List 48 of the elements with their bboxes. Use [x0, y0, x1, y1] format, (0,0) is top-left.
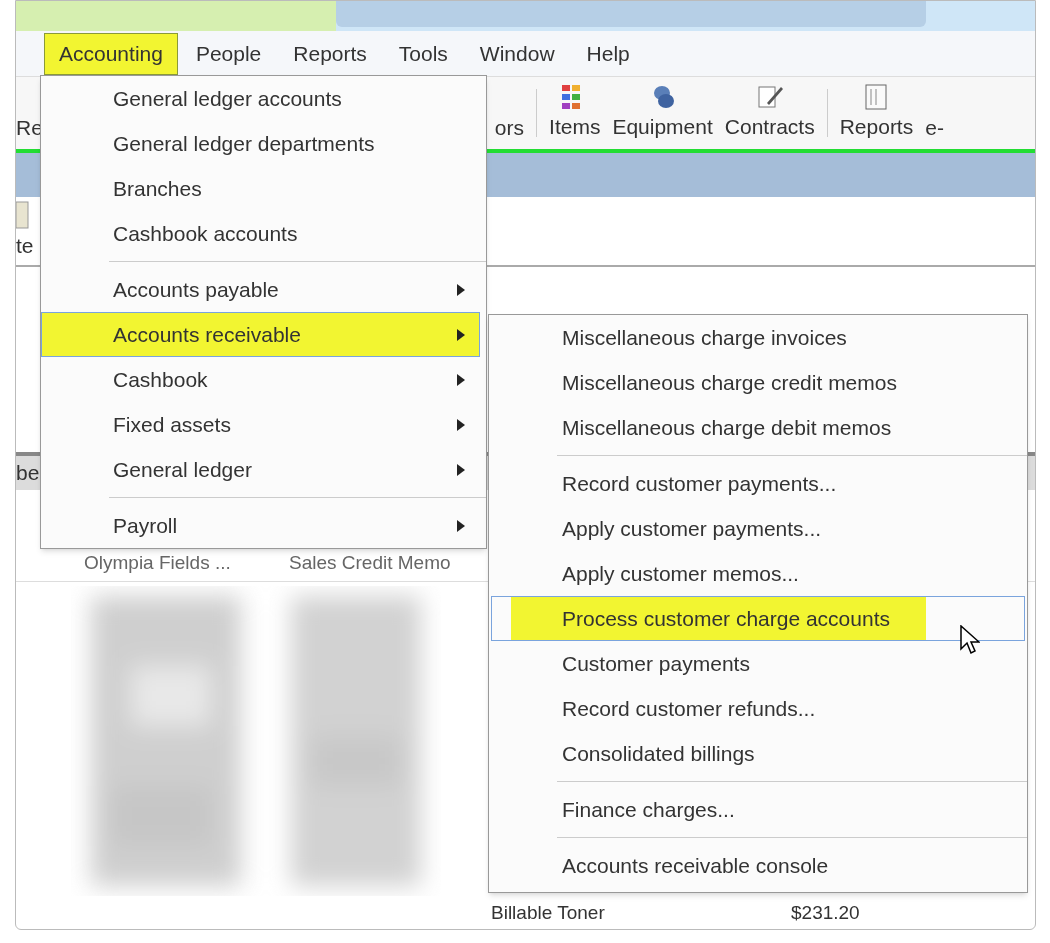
submenu-arrow-icon — [457, 283, 465, 296]
menu-bar-item[interactable]: Window — [465, 32, 569, 75]
menu-item[interactable]: Finance charges... — [491, 787, 1025, 832]
menu-item[interactable]: Record customer refunds... — [491, 686, 1025, 731]
menu-item[interactable]: Branches — [41, 166, 480, 211]
table-cell-text: Billable Toner — [491, 900, 606, 925]
menu-item[interactable]: Fixed assets — [41, 402, 480, 447]
submenu-arrow-icon — [457, 418, 465, 431]
menu-item[interactable]: Cashbook accounts — [41, 211, 480, 256]
menu-item[interactable]: Miscellaneous charge invoices — [491, 315, 1025, 360]
cursor-icon — [960, 625, 980, 655]
menu-item[interactable]: Payroll — [41, 503, 480, 548]
submenu-arrow-icon — [457, 463, 465, 476]
header-label: be — [16, 460, 40, 487]
menu-item[interactable]: Apply customer memos... — [491, 551, 1025, 596]
menu-item[interactable]: Accounts payable — [41, 267, 480, 312]
menu-item[interactable]: Accounts receivable — [41, 312, 480, 357]
menu-item[interactable]: General ledger accounts — [41, 76, 480, 121]
menu-item[interactable]: Miscellaneous charge credit memos — [491, 360, 1025, 405]
menu-bar-item[interactable]: Reports — [279, 32, 381, 75]
table-cell-text: Sales Credit Memo — [289, 551, 451, 576]
toolbar-button[interactable]: Reports — [833, 83, 920, 143]
menu-item[interactable]: Process customer charge accounts — [491, 596, 1025, 641]
submenu-arrow-icon — [457, 519, 465, 532]
table-cell-text: Olympia Fields ... — [84, 551, 232, 576]
submenu-arrow-icon — [457, 328, 465, 341]
menu-bar-item[interactable]: Accounting — [44, 32, 178, 75]
menu-item[interactable]: Cashbook — [41, 357, 480, 402]
toolbar-button[interactable]: Equipment — [606, 83, 719, 143]
toolbar-label: ors — [494, 115, 525, 142]
submenu-arrow-icon — [457, 373, 465, 386]
menu-bar-item[interactable]: People — [181, 32, 276, 75]
menu-item[interactable]: Apply customer payments... — [491, 506, 1025, 551]
menu-item[interactable]: Consolidated billings — [491, 731, 1025, 776]
document-icon — [16, 199, 30, 230]
menu-item[interactable]: General ledger — [41, 447, 480, 492]
toolbar-button[interactable]: Items — [543, 83, 607, 143]
menu-item[interactable]: Customer payments — [491, 641, 1025, 686]
menu-item[interactable]: Record customer payments... — [491, 461, 1025, 506]
menu-item[interactable]: Miscellaneous charge debit memos — [491, 405, 1025, 450]
toolbar-label: te — [16, 232, 34, 259]
menu-bar-item[interactable]: Tools — [384, 32, 462, 75]
table-cell-text: $231.20 — [791, 900, 860, 925]
toolbar-button[interactable]: Contracts — [718, 83, 821, 143]
menu-item[interactable]: General ledger departments — [41, 121, 480, 166]
menu-bar-item[interactable]: Help — [572, 32, 644, 75]
toolbar-label: e- — [925, 115, 944, 142]
menu-item[interactable]: Accounts receivable console — [491, 843, 1025, 888]
